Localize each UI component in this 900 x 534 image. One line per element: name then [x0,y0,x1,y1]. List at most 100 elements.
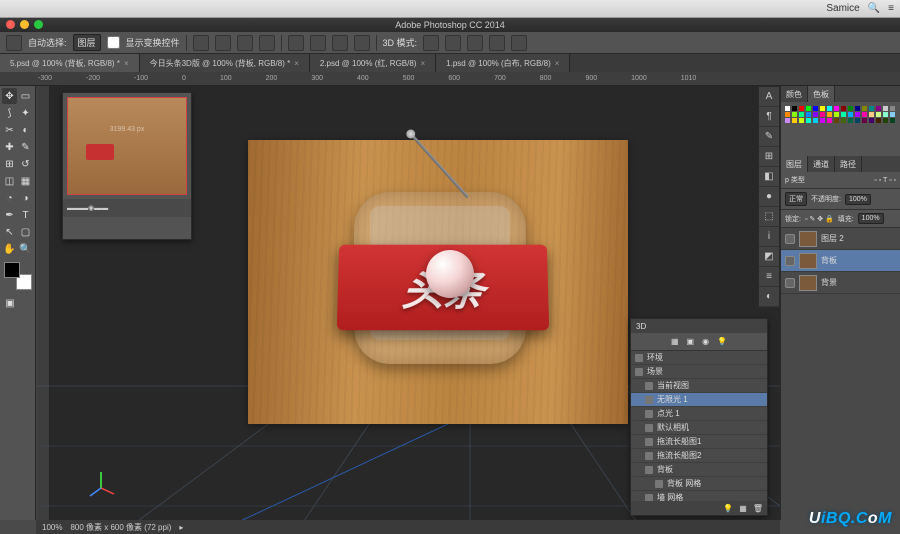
swatch[interactable] [820,118,825,123]
3d-scene-item[interactable]: 默认相机 [631,421,767,435]
navigator-thumb[interactable]: 3199.43 px [67,97,187,195]
dock-icon[interactable]: ● [759,187,779,207]
path-tool[interactable]: ↖ [2,224,17,240]
close-tab-icon[interactable]: × [420,59,425,68]
tab-channels[interactable]: 通道 [808,156,835,172]
swatch[interactable] [834,106,839,111]
swatch[interactable] [792,112,797,117]
swatch[interactable] [862,118,867,123]
swatch[interactable] [827,106,832,111]
swatch[interactable] [785,112,790,117]
new-light-icon[interactable]: 💡 [723,504,733,513]
3d-pan-button[interactable] [467,35,483,51]
swatch[interactable] [799,118,804,123]
zoom-icon[interactable] [34,20,43,29]
swatch[interactable] [890,118,895,123]
swatch[interactable] [869,106,874,111]
swatch[interactable] [799,112,804,117]
tab-swatches[interactable]: 色板 [808,86,835,102]
swatch[interactable] [841,112,846,117]
align-button[interactable] [215,35,231,51]
swatch[interactable] [834,112,839,117]
type-tool[interactable]: T [18,207,33,223]
close-tab-icon[interactable]: × [294,59,299,68]
align-button[interactable] [237,35,253,51]
swatch[interactable] [883,112,888,117]
document-canvas[interactable]: 头条 [248,140,628,424]
trash-icon[interactable]: 🗑 [753,504,763,513]
3d-scene-item[interactable]: 当前视图 [631,379,767,393]
swatch[interactable] [813,112,818,117]
swatches-panel[interactable] [781,102,900,156]
quickmask-tool[interactable]: ▣ [2,295,18,311]
swatch[interactable] [862,106,867,111]
document-tab[interactable]: 5.psd @ 100% (背板, RGB/8) *× [0,54,140,72]
swatch[interactable] [862,112,867,117]
swatch[interactable] [841,118,846,123]
dock-icon[interactable]: i [759,227,779,247]
dock-icon[interactable]: ✎ [759,127,779,147]
swatch[interactable] [799,106,804,111]
close-tab-icon[interactable]: × [555,59,560,68]
document-tab[interactable]: 2.psd @ 100% (红, RGB/8)× [310,54,436,72]
swatch[interactable] [855,112,860,117]
layer-row[interactable]: 背板 [781,250,900,272]
distribute-button[interactable] [310,35,326,51]
3d-filter-icon[interactable]: ▦ [671,337,679,346]
blend-mode-dropdown[interactable]: 正常 [785,192,807,206]
visibility-icon[interactable] [785,278,795,288]
swatch[interactable] [792,106,797,111]
swatch[interactable] [890,112,895,117]
distribute-button[interactable] [332,35,348,51]
3d-scene-item[interactable]: 拖流长船图2 [631,449,767,463]
swatch[interactable] [883,118,888,123]
swatch[interactable] [820,106,825,111]
tab-paths[interactable]: 路径 [835,156,862,172]
swatch[interactable] [813,118,818,123]
eyedropper-tool[interactable]: ◐ [18,122,33,138]
3d-scene-item[interactable]: 墙 网格 [631,491,767,501]
dock-icon[interactable]: ⬚ [759,207,779,227]
dock-icon[interactable]: ⊞ [759,147,779,167]
blur-tool[interactable]: ◔ [2,190,17,206]
swatch[interactable] [869,112,874,117]
swatch[interactable] [827,112,832,117]
swatch[interactable] [834,118,839,123]
marquee-tool[interactable]: ▭ [18,88,33,104]
swatch[interactable] [785,106,790,111]
heal-tool[interactable]: ✚ [2,139,17,155]
visibility-icon[interactable] [785,256,795,266]
3d-slide-button[interactable] [489,35,505,51]
swatch[interactable] [806,118,811,123]
dock-icon[interactable]: A [759,87,779,107]
zoom-tool[interactable]: 🔍 [18,241,33,257]
3d-scene-item[interactable]: 场景 [631,365,767,379]
swatch[interactable] [848,118,853,123]
render-icon[interactable]: ▦ [739,504,747,513]
dock-icon[interactable]: ◐ [759,287,779,307]
swatch[interactable] [792,118,797,123]
swatch[interactable] [827,118,832,123]
show-transform-checkbox[interactable] [107,36,120,49]
account-label[interactable]: Samice [826,3,859,14]
move-tool[interactable]: ✥ [2,88,17,104]
move-tool-icon[interactable] [6,35,22,51]
3d-roll-button[interactable] [445,35,461,51]
tab-layers[interactable]: 图层 [781,156,808,172]
swatch[interactable] [890,106,895,111]
3d-zoom-button[interactable] [511,35,527,51]
swatch[interactable] [876,106,881,111]
swatch[interactable] [848,106,853,111]
document-tab[interactable]: 1.psd @ 100% (白布, RGB/8)× [436,54,570,72]
eraser-tool[interactable]: ◫ [2,173,17,189]
close-tab-icon[interactable]: × [124,59,129,68]
gradient-tool[interactable]: ▦ [18,173,33,189]
swatch[interactable] [869,118,874,123]
autoselect-dropdown[interactable]: 图层 [73,34,101,51]
wand-tool[interactable]: ✦ [18,105,33,121]
document-tab[interactable]: 今日头条3D版 @ 100% (背板, RGB/8) *× [140,54,310,72]
status-zoom[interactable]: 100% [42,523,62,532]
layer-row[interactable]: 图层 2 [781,228,900,250]
3d-filter-icon[interactable]: ▣ [687,337,695,346]
layer-row[interactable]: 背景 [781,272,900,294]
